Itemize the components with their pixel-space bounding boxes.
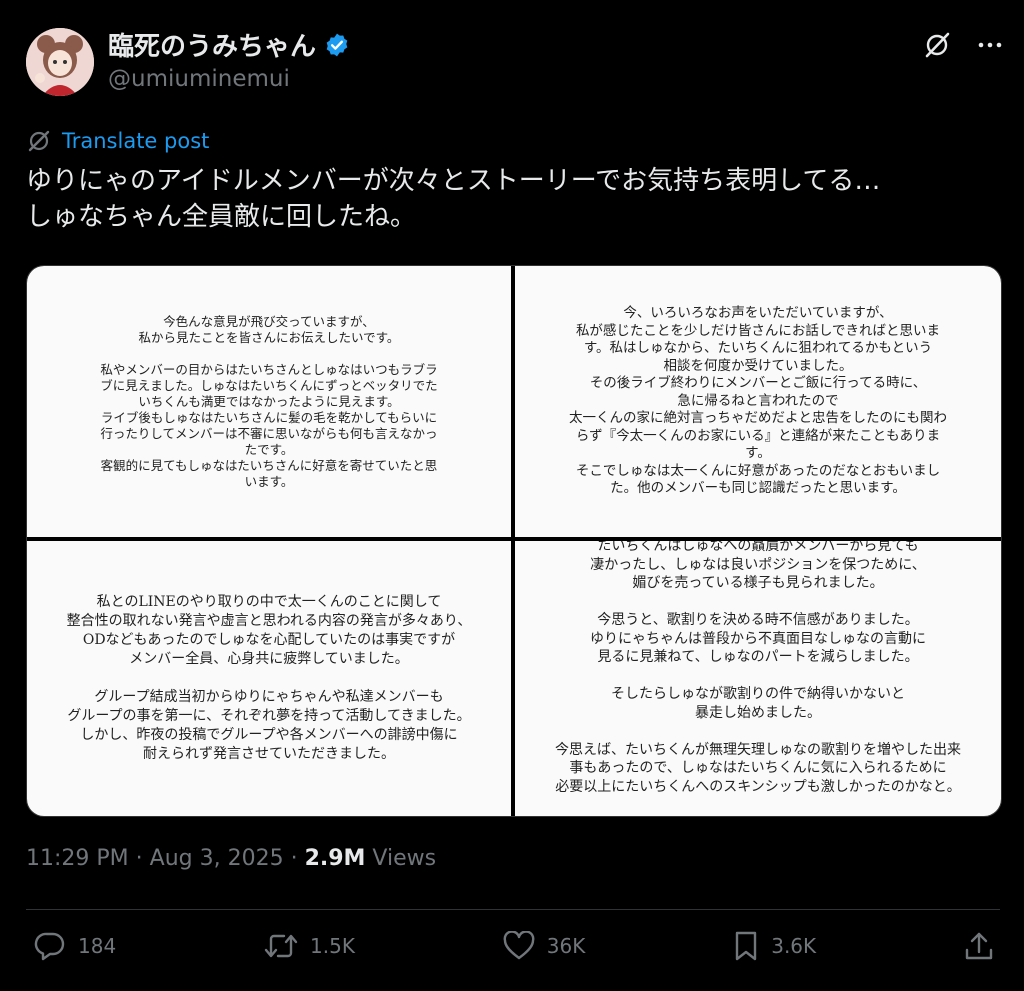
divider	[26, 909, 1000, 910]
post-header-actions	[922, 30, 1002, 60]
media-image-2[interactable]: 今、いろいろなお声をいただいていますが、 私が感じたことを少しだけ皆さんにお話し…	[515, 266, 1001, 537]
bookmark-icon	[733, 930, 759, 962]
views-label: Views	[365, 846, 437, 871]
bookmark-button[interactable]: 3.6K	[733, 930, 816, 962]
author-handle[interactable]: @umiuminemui	[108, 66, 290, 92]
action-bar: 184 1.5K 36K 3.6K	[34, 930, 994, 962]
image-3-text: 私とのLINEのやり取りの中で太一くんのことに関して 整合性の取れない発言や虚言…	[66, 594, 472, 762]
meta-separator: ·	[128, 846, 150, 871]
share-button[interactable]	[964, 930, 994, 962]
image-2-text: 今、いろいろなお声をいただいていますが、 私が感じたことを少しだけ皆さんにお話し…	[569, 305, 947, 497]
author-name-row[interactable]: 臨死のうみちゃん	[108, 26, 350, 63]
repost-icon	[264, 931, 298, 961]
bookmark-count: 3.6K	[771, 934, 817, 958]
like-icon	[503, 931, 535, 961]
share-icon	[964, 930, 994, 962]
author-name[interactable]: 臨死のうみちゃん	[108, 26, 316, 63]
media-image-4[interactable]: たいちくんはしゅなへの贔屓がメンバーから見ても 凄かったし、しゅなは良いポジショ…	[515, 541, 1001, 816]
repost-count: 1.5K	[310, 934, 355, 958]
post-date[interactable]: Aug 3, 2025	[150, 846, 284, 871]
media-grid: 今色んな意見が飛び交っていますが、 私から見たことを皆さんにお伝えしたいです。 …	[26, 265, 1002, 817]
reply-count: 184	[78, 934, 117, 958]
verified-badge-icon	[324, 32, 350, 58]
reply-icon	[34, 931, 66, 961]
meta-separator: ·	[283, 846, 305, 871]
translate-label[interactable]: Translate post	[62, 129, 209, 153]
post-text: ゆりにゃのアイドルメンバーが次々とストーリーでお気持ち表明してる… しゅなちゃん…	[26, 166, 881, 232]
reply-button[interactable]: 184	[34, 931, 116, 961]
translate-icon	[26, 128, 52, 154]
avatar[interactable]	[26, 28, 94, 96]
image-4-text: たいちくんはしゅなへの贔屓がメンバーから見ても 凄かったし、しゅなは良いポジショ…	[555, 541, 961, 816]
post-time[interactable]: 11:29 PM	[26, 846, 129, 871]
more-icon[interactable]	[978, 41, 1002, 49]
views-count: 2.9M	[304, 846, 366, 871]
media-image-3[interactable]: 私とのLINEのやり取りの中で太一くんのことに関して 整合性の取れない発言や虚言…	[27, 541, 511, 816]
translate-post-link[interactable]: Translate post	[26, 128, 209, 154]
media-image-1[interactable]: 今色んな意見が飛び交っていますが、 私から見たことを皆さんにお伝えしたいです。 …	[27, 266, 511, 537]
like-count: 36K	[546, 934, 586, 958]
repost-button[interactable]: 1.5K	[264, 931, 355, 961]
grok-icon[interactable]	[922, 30, 952, 60]
like-button[interactable]: 36K	[503, 931, 586, 961]
post-meta: 11:29 PM · Aug 3, 2025 · 2.9M Views	[26, 846, 436, 871]
image-1-text: 今色んな意見が飛び交っていますが、 私から見たことを皆さんにお伝えしたいです。 …	[100, 313, 438, 489]
